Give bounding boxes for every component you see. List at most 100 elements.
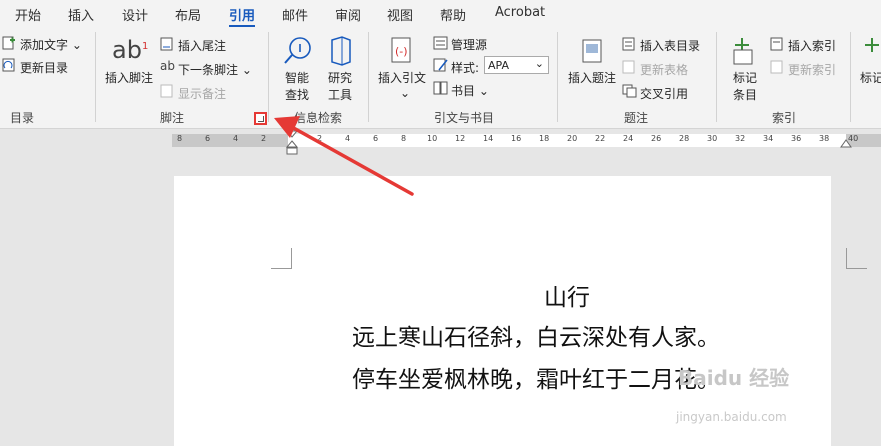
group-label-citations: 引文与书目 <box>434 111 495 125</box>
tab-acrobat[interactable]: Acrobat <box>495 5 545 20</box>
smart-lookup-button[interactable]: 智能 查找 <box>285 69 309 103</box>
ruler-tick: 6 <box>205 134 211 143</box>
next-footnote-label: 下一条脚注 <box>178 63 239 77</box>
add-text-icon <box>2 36 15 50</box>
ribbon: 添加文字 ⌄ 更新目录 目录 ab1 插入脚注 插入尾注 ab 下一条脚注 ⌄ … <box>0 28 881 129</box>
group-label-toc: 目录 <box>10 111 35 125</box>
cross-reference-button[interactable]: 交叉引用 <box>640 85 688 102</box>
tab-review[interactable]: 审阅 <box>335 5 361 24</box>
ruler-tick: 32 <box>735 134 746 143</box>
ruler-tick: 28 <box>679 134 690 143</box>
bibliography-label: 书目 <box>451 84 476 98</box>
ruler-tick: 30 <box>707 134 718 143</box>
style-icon <box>433 58 448 72</box>
poem-line-2[interactable]: 停车坐爱枫林晚，霜叶红于二月花。 <box>352 360 720 394</box>
red-arrow-annotation <box>274 116 414 196</box>
horizontal-ruler[interactable]: 8 6 4 2 2 4 6 8 10 12 14 16 18 20 22 24 … <box>0 129 881 155</box>
manage-sources-button[interactable]: 管理源 <box>451 36 487 53</box>
style-dropdown-value: APA <box>488 59 509 72</box>
ruler-tick: 18 <box>539 134 550 143</box>
mark-entry-label-line1: 标记 <box>733 71 758 85</box>
tab-view[interactable]: 视图 <box>387 5 413 24</box>
tab-home[interactable]: 开始 <box>15 5 41 24</box>
cross-reference-icon <box>622 84 637 98</box>
mark-citation-icon <box>865 38 879 52</box>
group-separator <box>557 32 558 122</box>
researcher-label-line2: 工具 <box>328 88 353 102</box>
update-toc-icon <box>2 58 15 72</box>
poem-line-1[interactable]: 远上寒山石径斜，白云深处有人家。 <box>352 318 720 352</box>
ruler-tick: 4 <box>233 134 239 143</box>
add-text-label: 添加文字 <box>20 38 69 52</box>
next-footnote-button[interactable]: 下一条脚注 ⌄ <box>178 61 252 78</box>
bibliography-button[interactable]: 书目 ⌄ <box>451 82 489 99</box>
style-label: 样式: <box>451 61 480 75</box>
update-index-icon <box>770 60 783 74</box>
chevron-down-icon: ⌄ <box>534 57 544 70</box>
insert-endnote-button[interactable]: 插入尾注 <box>178 37 226 54</box>
crop-mark <box>271 248 292 269</box>
ruler-tick: 26 <box>651 134 662 143</box>
mark-entry-label-line2: 条目 <box>733 88 758 102</box>
insert-index-button[interactable]: 插入索引 <box>788 37 836 54</box>
researcher-label-line1: 研究 <box>328 71 353 85</box>
smart-lookup-label-line1: 智能 <box>285 71 310 85</box>
ruler-tick: 14 <box>483 134 494 143</box>
poem-title[interactable]: 山行 <box>544 278 590 312</box>
show-notes-icon <box>160 84 173 98</box>
ribbon-tab-bar: 开始 插入 设计 布局 引用 邮件 审阅 视图 帮助 Acrobat <box>0 0 881 28</box>
researcher-icon <box>331 36 351 66</box>
ruler-tick: 8 <box>177 134 183 143</box>
insert-endnote-icon <box>160 37 173 51</box>
mark-entry-button[interactable]: 标记 条目 <box>733 69 757 103</box>
insert-table-of-figures-button[interactable]: 插入表目录 <box>640 37 700 54</box>
tab-layout[interactable]: 布局 <box>175 5 201 24</box>
group-label-footnotes: 脚注 <box>160 111 185 125</box>
insert-citation-label: 插入引文 <box>378 71 427 85</box>
footnote-ab-glyph: ab <box>112 36 142 64</box>
svg-text:(-): (-) <box>395 45 408 58</box>
group-separator <box>95 32 96 122</box>
insert-caption-button[interactable]: 插入题注 <box>568 69 616 86</box>
mark-entry-icon <box>733 38 753 65</box>
mark-citation-button[interactable]: 标记 <box>860 69 881 86</box>
group-separator <box>268 32 269 122</box>
add-text-button[interactable]: 添加文字 ⌄ <box>20 36 82 53</box>
insert-citation-dropdown-arrow: ⌄ <box>400 86 411 100</box>
document-page[interactable]: 山行 远上寒山石径斜，白云深处有人家。 停车坐爱枫林晚，霜叶红于二月花。 <box>174 176 867 446</box>
tab-insert[interactable]: 插入 <box>68 5 94 24</box>
insert-citation-button[interactable]: 插入引文 ⌄ <box>378 69 426 100</box>
tab-help[interactable]: 帮助 <box>440 5 466 24</box>
tab-design[interactable]: 设计 <box>122 5 148 24</box>
insert-index-icon <box>770 37 783 51</box>
watermark-brand: Baidu 经验 <box>678 366 790 390</box>
smart-lookup-icon <box>284 37 311 64</box>
update-toc-button[interactable]: 更新目录 <box>20 59 68 76</box>
insert-citation-icon: (-) <box>391 37 411 63</box>
active-tab-indicator <box>229 25 255 27</box>
insert-footnote-button[interactable]: 插入脚注 <box>105 69 153 86</box>
update-table-icon <box>622 60 635 74</box>
researcher-button[interactable]: 研究 工具 <box>328 69 352 103</box>
watermark-url: jingyan.baidu.com <box>676 410 787 424</box>
group-label-index: 索引 <box>772 111 797 125</box>
footnote-superscript-glyph: 1 <box>141 41 149 52</box>
group-separator <box>716 32 717 122</box>
ruler-tick: 38 <box>819 134 830 143</box>
tab-references[interactable]: 引用 <box>229 5 255 24</box>
style-dropdown[interactable]: APA ⌄ <box>484 56 549 74</box>
ruler-tick: 24 <box>623 134 634 143</box>
next-footnote-icon: ab <box>160 59 175 73</box>
ruler-tick: 12 <box>455 134 466 143</box>
show-notes-button[interactable]: 显示备注 <box>178 85 226 102</box>
right-indent-marker-icon[interactable] <box>840 139 852 151</box>
group-separator <box>368 32 369 122</box>
ruler-tick: 34 <box>763 134 774 143</box>
bibliography-icon <box>433 81 448 95</box>
ruler-tick: 36 <box>791 134 802 143</box>
update-index-button[interactable]: 更新索引 <box>788 61 836 78</box>
group-label-captions: 题注 <box>624 111 649 125</box>
tab-mailings[interactable]: 邮件 <box>282 5 308 24</box>
smart-lookup-label-line2: 查找 <box>285 88 310 102</box>
update-table-button[interactable]: 更新表格 <box>640 61 688 78</box>
